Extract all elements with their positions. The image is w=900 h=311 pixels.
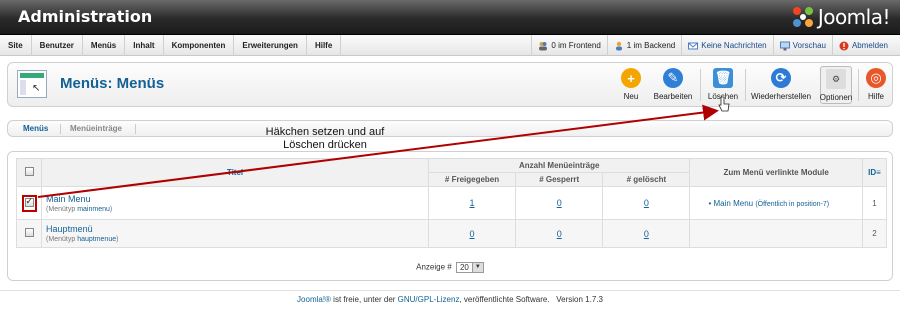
row-id: 2 [861,219,888,248]
help-button[interactable]: ◎ Hilfe [864,66,888,104]
header-title: Administration [18,7,153,26]
menu-extensions[interactable]: Erweiterungen [234,35,307,56]
joomla-link[interactable]: Joomla!® [297,295,331,304]
column-linked-modules: Zum Menü verlinkte Module [689,158,863,187]
page-title: Menüs: Menüs [60,75,165,92]
page-size-select[interactable]: 20 ▼ [455,262,484,273]
messages-link[interactable]: Keine Nachrichten [681,35,772,56]
toolbar-divider [745,69,746,101]
logout-link[interactable]: Abmelden [831,35,894,56]
trash-icon: 🗑 [713,68,733,88]
column-title[interactable]: Titel [41,158,429,187]
license-link[interactable]: GNU/GPL-Lizenz [398,295,460,304]
table-row: Main Menu (Menütyp mainmenu) 1 0 0 • Mai… [15,186,888,220]
options-icon: ⚙ [826,69,846,89]
column-published[interactable]: # Freigegeben [427,172,517,187]
tab-menus[interactable]: Menüs [23,124,48,133]
menu-type: mainmenu [77,205,110,213]
new-button[interactable]: + Neu [611,66,651,104]
published-count-link[interactable]: 1 [470,198,475,208]
menu-components[interactable]: Komponenten [164,35,235,56]
toolbar-divider [700,69,701,101]
instruction-annotation: Häkchen setzen und auf Löschen drücken [265,126,385,151]
main-menubar: Site Benutzer Menüs Inhalt Komponenten E… [0,35,900,56]
column-id[interactable]: ID≡ [861,158,888,187]
logout-icon [839,41,849,51]
plus-icon: + [621,68,641,88]
menu-menus[interactable]: Menüs [83,35,126,56]
unpublished-count-link[interactable]: 0 [557,198,562,208]
menu-site[interactable]: Site [0,35,32,56]
menu-help[interactable]: Hilfe [307,35,342,56]
toolbar-divider [858,69,859,101]
preview-link[interactable]: Vorschau [772,35,832,56]
menus-table-panel: Titel Anzahl Menüeinträge Zum Menü verli… [7,151,893,281]
menus-table: Titel Anzahl Menüeinträge Zum Menü verli… [15,158,888,248]
table-row: Hauptmenü (Menütyp hauptmenue) 0 0 0 2 [15,219,888,248]
joomla-brand-text: Joomla! [817,5,891,29]
chevron-down-icon: ▼ [471,263,483,272]
version-text: Version 1.7.3 [556,295,603,304]
edit-button[interactable]: ✎ Bearbeiten [651,66,695,104]
row-id: 1 [861,186,888,220]
backend-users-status: 1 im Backend [606,35,681,56]
row-checkbox[interactable] [24,196,34,207]
unpublished-count-link[interactable]: 0 [557,229,562,239]
trashed-count-link[interactable]: 0 [644,229,649,239]
joomla-logo[interactable]: Joomla! [790,4,891,30]
submenu-tabs: Menüs Menüeinträge [7,120,893,137]
menus-page-icon: ↖ [17,70,47,98]
menu-title-link[interactable]: Hauptmenü [46,224,93,234]
menu-title-link[interactable]: Main Menu [46,194,91,204]
menu-type: hauptmenue [77,236,117,243]
column-group-menu-items: Anzahl Menüeinträge [427,158,691,173]
user-icon [614,41,624,51]
refresh-icon: ⟳ [771,68,791,88]
joomla-logo-icon [792,7,813,27]
pagination: Anzeige # 20 ▼ [8,262,892,273]
row-checkbox[interactable] [24,228,34,237]
pencil-icon: ✎ [663,68,683,88]
menu-content[interactable]: Inhalt [125,35,164,56]
users-icon [538,41,548,51]
published-count-link[interactable]: 0 [470,229,475,239]
row-highlight [21,194,37,212]
toolbar-panel: ↖ Menüs: Menüs + Neu ✎ Bearbeiten 🗑 Lösc… [7,62,893,107]
delete-button[interactable]: 🗑 Löschen [706,66,740,104]
monitor-icon [779,41,790,51]
admin-header: Administration Joomla! [0,0,900,35]
linked-module-link[interactable]: Main Menu [714,199,754,208]
pagination-label: Anzeige # [416,262,452,272]
select-all-checkbox[interactable] [24,167,34,176]
frontend-users-status: 0 im Frontend [531,35,606,56]
column-unpublished[interactable]: # Gesperrt [515,172,604,187]
lifebuoy-icon: ◎ [866,68,886,88]
mail-icon [688,41,699,51]
tab-menu-items[interactable]: Menüeinträge [70,124,122,133]
options-button[interactable]: ⚙ Optionen [820,66,852,104]
column-trashed[interactable]: # gelöscht [602,172,691,187]
trashed-count-link[interactable]: 0 [644,198,649,208]
restore-button[interactable]: ⟳ Wiederherstellen [748,66,814,104]
footer: Joomla!® ist freie, unter der GNU/GPL-Li… [297,295,603,304]
sort-icon: ≡ [876,168,881,177]
menu-users[interactable]: Benutzer [32,35,83,56]
